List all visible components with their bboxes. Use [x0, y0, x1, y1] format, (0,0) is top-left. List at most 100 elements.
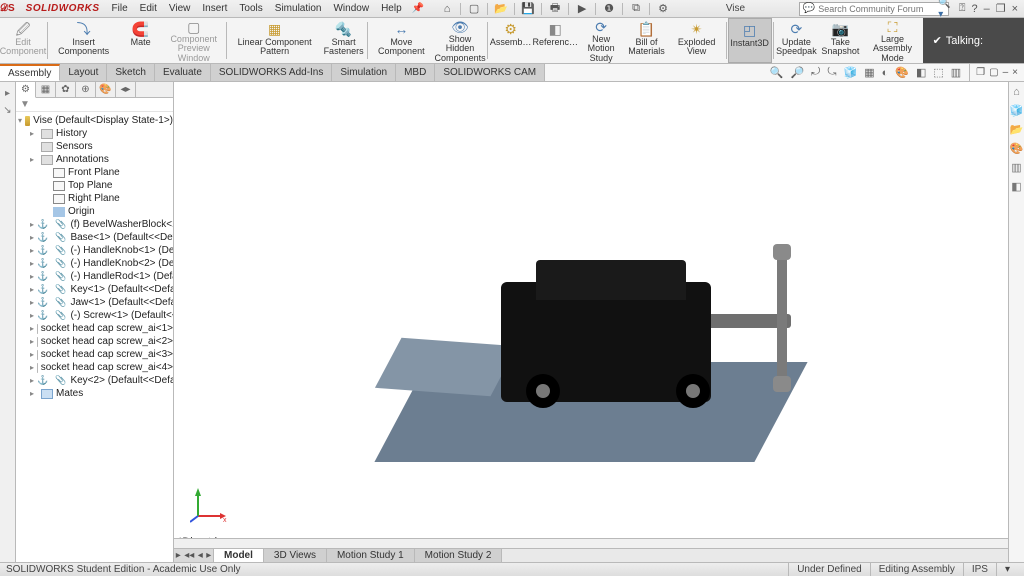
- tree-item[interactable]: Top Plane: [16, 179, 173, 192]
- tree-item[interactable]: ▸⚓📎(-) HandleKnob<1> (Default<…: [16, 244, 173, 257]
- taskpane-button-1[interactable]: 🧊: [1010, 104, 1024, 117]
- ribbon-show-hidden[interactable]: 👁Show HiddenComponents: [434, 18, 486, 63]
- tree-item[interactable]: Front Plane: [16, 166, 173, 179]
- view-tool-10[interactable]: ▥: [949, 66, 963, 79]
- ribbon-smart[interactable]: 🔩SmartFasteners: [322, 18, 366, 63]
- taskpane-button-5[interactable]: ◧: [1011, 180, 1021, 193]
- tree-item[interactable]: Origin: [16, 205, 173, 218]
- menu-edit[interactable]: Edit: [134, 0, 163, 18]
- cmd-tab-solidworks-add-ins[interactable]: SOLIDWORKS Add-Ins: [211, 64, 332, 81]
- view-tab-motion-study-1[interactable]: Motion Study 1: [327, 549, 415, 562]
- cmd-tab-mbd[interactable]: MBD: [396, 64, 435, 81]
- tree-item[interactable]: ▸⚓📎Base<1> (Default<<Default>…: [16, 231, 173, 244]
- tree-item[interactable]: Sensors: [16, 140, 173, 153]
- qat-button-8[interactable]: ⚙: [654, 2, 672, 15]
- qat-button-0[interactable]: ⌂: [438, 3, 456, 15]
- view-tab-motion-study-2[interactable]: Motion Study 2: [415, 549, 503, 562]
- horizontal-scrollbar[interactable]: [174, 538, 1008, 548]
- tree-item[interactable]: ▸socket head cap screw_ai<1>: [16, 322, 173, 335]
- search-icon[interactable]: 🔍▾: [938, 0, 950, 20]
- dim-tab[interactable]: ⊕: [76, 82, 96, 98]
- doc-restore-icon[interactable]: ❐: [976, 67, 985, 78]
- tree-item[interactable]: ▸socket head cap screw_ai<2>: [16, 335, 173, 348]
- qat-button-6[interactable]: ❶: [600, 2, 618, 15]
- doc-close-icon[interactable]: ×: [1012, 67, 1018, 78]
- doc-min-icon[interactable]: –: [1003, 67, 1009, 78]
- graphics-viewport[interactable]: x *Dimetric ▸◂◂◂▸ Model3D ViewsMotion St…: [174, 82, 1008, 562]
- cmd-tab-evaluate[interactable]: Evaluate: [155, 64, 211, 81]
- search-input[interactable]: [818, 4, 935, 14]
- tree-item[interactable]: ▸⚓📎(-) HandleRod<1> (Default<<…: [16, 270, 173, 283]
- cmd-tab-layout[interactable]: Layout: [60, 64, 107, 81]
- view-tool-6[interactable]: ◐: [880, 67, 891, 79]
- tree-root[interactable]: ▾ Vise (Default<Display State-1>): [16, 114, 173, 127]
- tree-item[interactable]: ▸⚓📎(f) BevelWasherBlock<1> (Def…: [16, 218, 173, 231]
- pin-icon[interactable]: 📌: [412, 3, 424, 14]
- status-units[interactable]: IPS: [963, 563, 996, 576]
- taskpane-button-2[interactable]: 📂: [1010, 123, 1024, 136]
- view-tool-9[interactable]: ⬚: [931, 66, 945, 79]
- taskpane-button-3[interactable]: 🎨: [1010, 142, 1024, 155]
- sw-cloud-icon[interactable]: ⍰: [959, 2, 966, 15]
- tree-item[interactable]: ▸⚓📎Key<1> (Default<<Default>_…: [16, 283, 173, 296]
- tree-item[interactable]: ▸socket head cap screw_ai<4>: [16, 361, 173, 374]
- more-tab[interactable]: ◂▸: [116, 82, 136, 98]
- config-tab[interactable]: ✿: [56, 82, 76, 98]
- ribbon-exploded-view[interactable]: ✴Exploded View: [668, 18, 724, 63]
- menu-tools[interactable]: Tools: [233, 0, 268, 18]
- qat-button-2[interactable]: 📂: [492, 2, 510, 15]
- view-tab-3d-views[interactable]: 3D Views: [264, 549, 327, 562]
- feature-filter[interactable]: ▼: [16, 98, 173, 112]
- orientation-triad[interactable]: x: [190, 484, 230, 524]
- status-extra[interactable]: ▾: [996, 563, 1018, 576]
- menu-window[interactable]: Window: [327, 0, 375, 18]
- view-tool-7[interactable]: 🎨: [893, 66, 911, 79]
- talking-panel[interactable]: ✔Talking:: [923, 18, 1024, 63]
- view-tab-model[interactable]: Model: [214, 549, 264, 562]
- tree-item[interactable]: ▸⚓📎Jaw<1> (Default<<Default>_D…: [16, 296, 173, 309]
- menu-simulation[interactable]: Simulation: [269, 0, 328, 18]
- ribbon-insert-components[interactable]: ⤵Insert Components: [49, 18, 119, 63]
- qat-button-1[interactable]: ▢: [465, 2, 483, 15]
- qat-button-5[interactable]: ▶: [573, 2, 591, 15]
- flyout-icon[interactable]: ▸: [5, 88, 10, 99]
- maximize-button[interactable]: ❐: [996, 2, 1006, 15]
- ribbon-instant3d[interactable]: ◰Instant3D: [728, 18, 772, 63]
- view-tool-4[interactable]: 🧊: [841, 66, 859, 79]
- cmd-tab-assembly[interactable]: Assembly: [0, 64, 60, 81]
- property-tab[interactable]: ▦: [36, 82, 56, 98]
- ribbon-referenc-[interactable]: ◧Referenc…: [533, 18, 578, 63]
- view-tool-3[interactable]: ⤿: [825, 66, 838, 79]
- ribbon-assemb-[interactable]: ⚙Assemb…: [489, 18, 533, 63]
- view-tool-2[interactable]: ⤾: [809, 66, 822, 79]
- display-tab[interactable]: 🎨: [96, 82, 116, 98]
- flyout-icon[interactable]: ↘: [3, 105, 11, 116]
- tree-item[interactable]: ▸Annotations: [16, 153, 173, 166]
- tree-item[interactable]: ▸socket head cap screw_ai<3>: [16, 348, 173, 361]
- ribbon-move-component[interactable]: ↔Move Component: [368, 18, 434, 63]
- qat-button-7[interactable]: ⧉: [627, 2, 645, 15]
- ribbon-large-assembly[interactable]: ⛶Large AssemblyMode: [862, 18, 922, 63]
- menu-view[interactable]: View: [163, 0, 197, 18]
- ribbon-mate[interactable]: 🧲Mate: [119, 18, 163, 63]
- taskpane-button-4[interactable]: ▥: [1011, 161, 1021, 174]
- tree-item[interactable]: ▸History: [16, 127, 173, 140]
- help-button[interactable]: ?: [971, 3, 977, 15]
- taskpane-button-0[interactable]: ⌂: [1013, 86, 1020, 98]
- feature-tree-tab[interactable]: ⚙: [16, 82, 36, 98]
- qat-button-3[interactable]: 💾: [519, 2, 537, 15]
- menu-file[interactable]: File: [106, 0, 134, 18]
- menu-help[interactable]: Help: [375, 0, 408, 18]
- doc-max-icon[interactable]: ▢: [989, 67, 998, 78]
- tree-item[interactable]: ▸⚓📎(-) Screw<1> (Default<<Defa…: [16, 309, 173, 322]
- close-button[interactable]: ×: [1012, 3, 1018, 15]
- tree-item[interactable]: Right Plane: [16, 192, 173, 205]
- cmd-tab-sketch[interactable]: Sketch: [107, 64, 155, 81]
- view-tool-0[interactable]: 🔍: [768, 66, 786, 79]
- ribbon-linear-component-pattern[interactable]: ▦Linear Component Pattern: [228, 18, 322, 63]
- ribbon-update[interactable]: ⟳UpdateSpeedpak: [774, 18, 818, 63]
- menu-insert[interactable]: Insert: [196, 0, 233, 18]
- ribbon-take[interactable]: 📷TakeSnapshot: [818, 18, 862, 63]
- tree-item[interactable]: ▸⚓📎Key<2> (Default<<Default>_D…: [16, 374, 173, 387]
- cmd-tab-simulation[interactable]: Simulation: [332, 64, 396, 81]
